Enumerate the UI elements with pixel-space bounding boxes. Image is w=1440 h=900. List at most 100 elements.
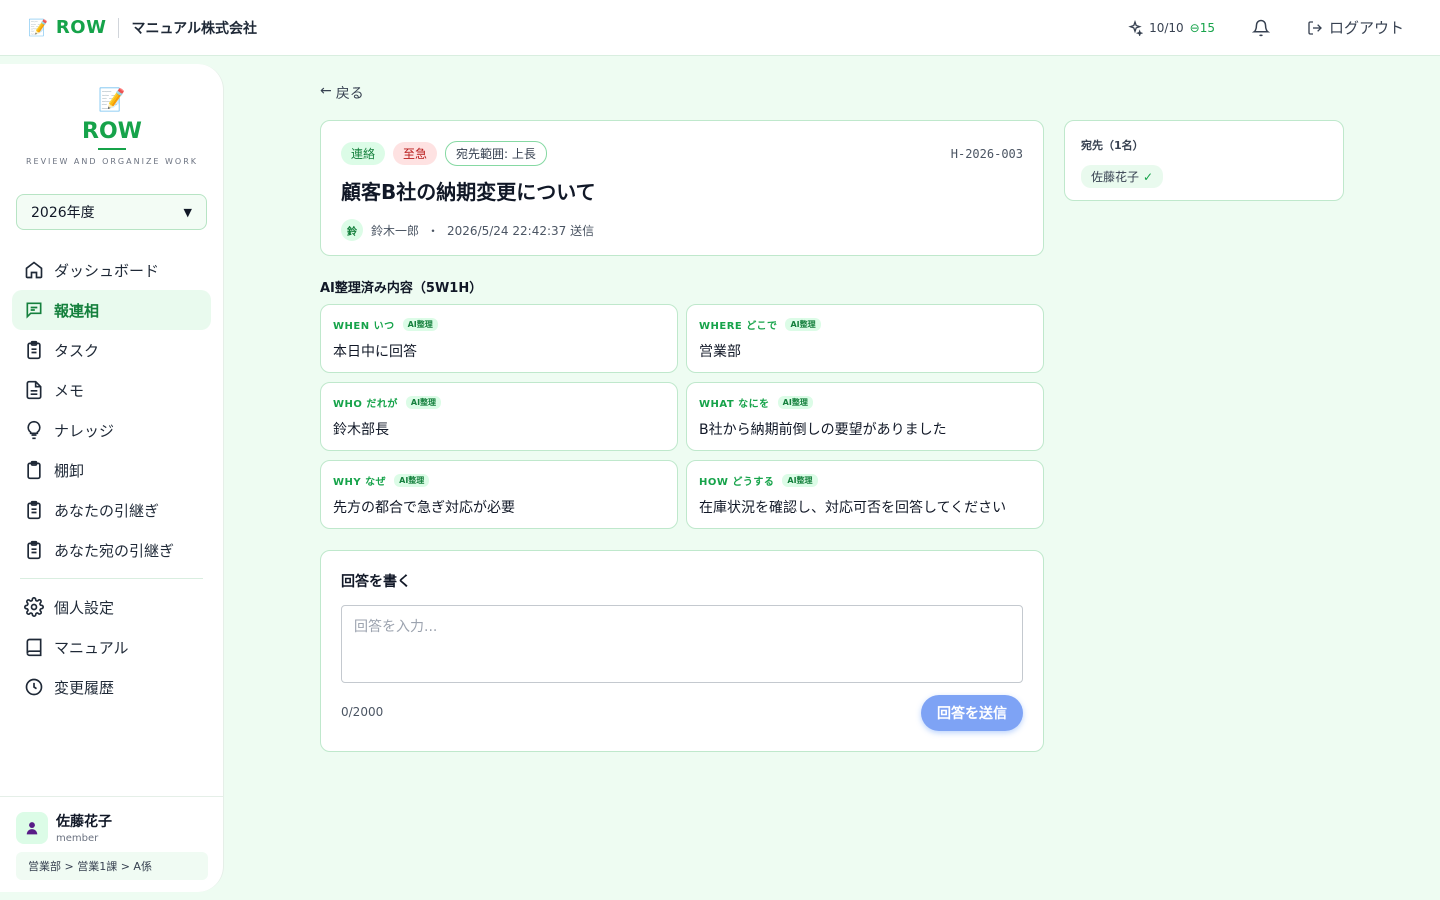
sidebar-item-label: メモ (54, 381, 85, 400)
ai-tag: AI整理 (394, 474, 430, 487)
submit-reply-button[interactable]: 回答を送信 (921, 695, 1023, 731)
w5h1-value: 営業部 (699, 344, 741, 360)
w5h1-value: 在庫状況を確認し、対応可否を回答してください (699, 500, 1007, 516)
nav-divider (20, 578, 203, 579)
year-select-value: 2026年度 (31, 205, 95, 221)
message-title: 顧客B社の納期変更について (341, 180, 596, 204)
sidebar-item-label: タスク (54, 341, 100, 360)
sidebar-item-label: あなた宛の引継ぎ (54, 541, 175, 560)
sidebar-item-dashboard[interactable]: ダッシュボード (12, 250, 211, 290)
sidebar-item-label: あなたの引継ぎ (54, 501, 160, 520)
w5h1-label: WHAT なにを (699, 399, 770, 410)
sidebar-item-hourensou[interactable]: 報連相 (12, 290, 211, 330)
w5h1-card-how: HOW どうする AI整理 在庫状況を確認し、対応可否を回答してください (686, 460, 1044, 529)
clipboard-icon (27, 460, 41, 480)
w5h1-value: 鈴木部長 (333, 422, 389, 438)
sidebar-item-label: 個人設定 (54, 598, 115, 617)
sidebar-item-label: 変更履歴 (54, 678, 115, 697)
file-text-icon (26, 380, 42, 400)
w5h1-card-what: WHAT なにを AI整理 B社から納期前倒しの要望がありました (686, 382, 1044, 451)
sidebar-item-manual[interactable]: マニュアル (12, 627, 211, 667)
back-link[interactable]: ← 戻る (320, 83, 364, 103)
sender-avatar: 鈴 (341, 219, 363, 241)
sidebar-item-inventory[interactable]: 棚卸 (12, 450, 211, 490)
user-department: 営業部 > 営業1課 > A係 (16, 852, 208, 880)
sent-timestamp: 2026/5/24 22:42:37 送信 (447, 223, 595, 238)
logout-button[interactable]: ログアウト (1307, 17, 1412, 38)
w5h1-label: WHY なぜ (333, 477, 387, 488)
w5h1-label: WHEN いつ (333, 321, 395, 332)
message-id: H-2026-003 (950, 147, 1023, 161)
w5h1-value: 先方の都合で急ぎ対応が必要 (333, 500, 515, 516)
year-select[interactable]: 2026年度 ▼ (16, 194, 207, 230)
urgency-badge: 至急 (393, 142, 438, 165)
check-icon: ✓ (1143, 170, 1154, 184)
chevron-down-icon: ▼ (183, 205, 192, 219)
logout-icon (1308, 20, 1322, 35)
logo-underline (98, 148, 126, 150)
sidebar-item-handover-to-me[interactable]: あなた宛の引継ぎ (12, 530, 211, 570)
sparkle-icon (1128, 19, 1144, 36)
user-name: 佐藤花子 (56, 814, 112, 830)
sidebar-nav: ダッシュボード 報連相 タスク メモ ナレッジ 棚卸 あなたの引継ぎ あなた宛の… (12, 250, 211, 707)
w5h1-card-who: WHO だれが AI整理 鈴木部長 (320, 382, 678, 451)
arrow-left-icon: ← (320, 83, 332, 99)
recipient-name: 佐藤花子 (1091, 170, 1140, 184)
brand-name: ROW (55, 17, 107, 38)
ai-tag: AI整理 (785, 318, 821, 331)
clipboard-list-icon (27, 340, 41, 360)
w5h1-card-when: WHEN いつ AI整理 本日中に回答 (320, 304, 678, 373)
message-icon (26, 302, 42, 319)
reply-card: 回答を書く 回答を入力... 0/2000 回答を送信 (320, 550, 1044, 752)
sidebar-item-my-handover[interactable]: あなたの引継ぎ (12, 490, 211, 530)
brand[interactable]: 📝 ROW (28, 17, 106, 38)
sidebar-item-history[interactable]: 変更履歴 (12, 667, 211, 707)
sidebar-item-memo[interactable]: メモ (12, 370, 211, 410)
w5h1-value: B社から納期前倒しの要望がありました (699, 422, 947, 438)
reply-title: 回答を書く (341, 574, 411, 590)
sidebar-item-knowledge[interactable]: ナレッジ (12, 410, 211, 450)
company-name: マニュアル株式会社 (131, 20, 258, 37)
logout-label: ログアウト (1328, 19, 1404, 37)
sidebar-logo: 📝 ROW REVIEW AND ORGANIZE WORK (0, 88, 224, 166)
user-role: member (56, 833, 99, 844)
w5h1-label: HOW どうする (699, 477, 775, 488)
type-badge: 連絡 (341, 142, 386, 165)
clock-icon (25, 678, 43, 696)
divider (118, 17, 120, 38)
w5h1-card-why: WHY なぜ AI整理 先方の都合で急ぎ対応が必要 (320, 460, 678, 529)
notifications-button[interactable] (1251, 18, 1271, 38)
sidebar: 📝 ROW REVIEW AND ORGANIZE WORK 2026年度 ▼ … (0, 64, 224, 892)
sidebar-logo-name: ROW (82, 119, 142, 144)
sidebar-item-label: ナレッジ (54, 421, 115, 440)
ai-tag: AI整理 (777, 396, 813, 409)
top-bar: 📝 ROW マニュアル株式会社 10/10 ⊖15 ログアウト (0, 0, 1440, 56)
scope-badge: 宛先範囲: 上長 (445, 141, 547, 166)
sidebar-item-tasks[interactable]: タスク (12, 330, 211, 370)
reply-textarea[interactable]: 回答を入力... (341, 605, 1023, 683)
ai-credits[interactable]: 10/10 ⊖15 (1127, 19, 1215, 36)
sidebar-item-label: ダッシュボード (54, 261, 160, 280)
book-icon (26, 638, 42, 657)
avatar[interactable] (16, 811, 48, 844)
ai-section-heading: AI整理済み内容（5W1H） (320, 281, 483, 296)
memo-logo-icon: 📝 (98, 88, 126, 113)
home-icon (25, 261, 43, 279)
recipients-card: 宛先（1名） 佐藤花子 ✓ (1064, 120, 1344, 201)
ai-tag: AI整理 (782, 474, 818, 487)
char-counter: 0/2000 (341, 705, 384, 719)
w5h1-value: 本日中に回答 (333, 344, 417, 360)
gear-icon (24, 597, 44, 617)
ai-tag: AI整理 (402, 318, 438, 331)
sender-name: 鈴木一郎 (371, 223, 420, 238)
credits-count: 10/10 (1149, 20, 1184, 35)
user-panel: 佐藤花子 member 営業部 > 営業1課 > A係 (0, 796, 224, 880)
tagline: REVIEW AND ORGANIZE WORK (25, 157, 199, 166)
clipboard-list-icon (27, 500, 41, 520)
credits-extra: ⊖15 (1189, 20, 1215, 35)
sidebar-item-settings[interactable]: 個人設定 (12, 587, 211, 627)
meta-separator: ・ (427, 223, 440, 238)
memo-logo-icon: 📝 (28, 18, 48, 37)
back-label: 戻る (335, 86, 364, 102)
w5h1-card-where: WHERE どこで AI整理 営業部 (686, 304, 1044, 373)
